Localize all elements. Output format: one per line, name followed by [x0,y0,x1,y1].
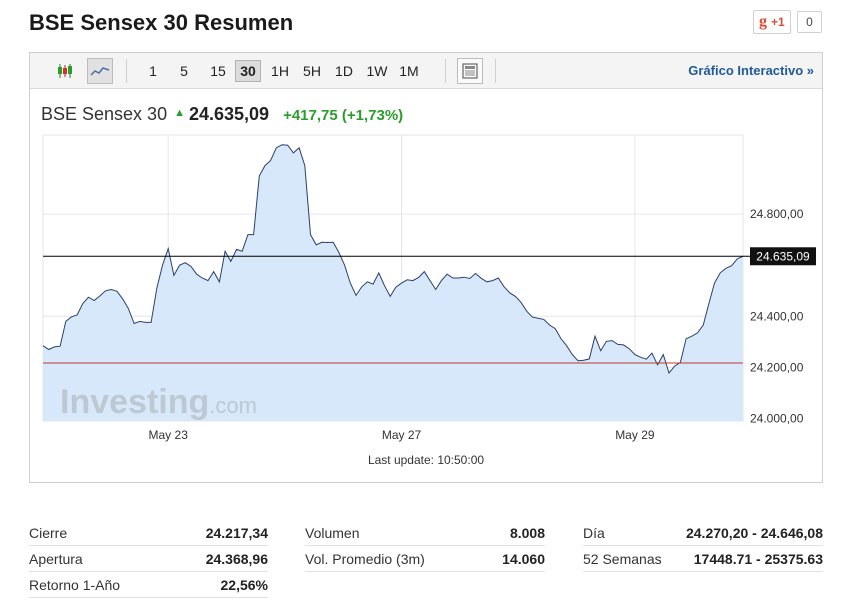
x-tick-label: May 27 [382,428,422,442]
stat-value: 22,56% [220,577,268,593]
y-tick-label: 24.400,00 [750,309,804,323]
stat-row: Cierre 24.217,34 [29,520,268,546]
x-tick-label: May 23 [149,428,189,442]
stat-row: Apertura 24.368,96 [29,546,268,572]
stat-row: Vol. Promedio (3m) 14.060 [305,546,545,572]
current-price-label: 24.635,09 [756,249,810,263]
summary-stats: Cierre 24.217,34 Apertura 24.368,96 Retorno … [29,520,823,600]
stat-row: 52 Semanas 17448.71 - 25375.63 [583,546,823,572]
x-tick-label: May 29 [615,428,655,442]
stat-value: 24.270,20 - 24.646,08 [685,525,823,541]
stat-label: Día [583,525,605,541]
stat-label: Vol. Promedio (3m) [305,551,425,567]
y-tick-label: 24.000,00 [750,411,804,425]
stat-label: Cierre [29,525,68,541]
share-count: 0 [797,11,822,33]
chart-panel: 1 5 15 30 1H 5H 1D 1W 1M Gráfico Interactivo » B… [29,52,823,483]
stat-label: Retorno 1-Año [29,577,121,593]
google-plus-button[interactable]: g +1 [753,10,791,34]
google-plus-label: +1 [771,15,785,29]
y-tick-label: 24.200,00 [750,360,804,374]
stat-row: Retorno 1-Año 22,56% [29,572,268,598]
price-chart[interactable]: Investing.com24.800,0024.400,0024.200,00… [30,53,822,482]
stat-label: Volumen [305,525,360,541]
last-update: Last update: 10:50:00 [367,453,485,467]
stat-value: 14.060 [502,551,545,567]
stat-value: 8.008 [509,525,545,541]
stat-label: Apertura [29,551,83,567]
stat-label: 52 Semanas [583,551,662,567]
stat-row: Día 24.270,20 - 24.646,08 [583,520,823,546]
google-plus-icon: g [759,13,767,30]
stat-value: 24.217,34 [205,525,268,541]
y-tick-label: 24.800,00 [750,207,804,221]
stat-value: 17448.71 - 25375.63 [693,551,823,567]
stat-value: 24.368,96 [205,551,268,567]
page-title: BSE Sensex 30 Resumen [29,10,294,35]
stat-row: Volumen 8.008 [305,520,545,546]
